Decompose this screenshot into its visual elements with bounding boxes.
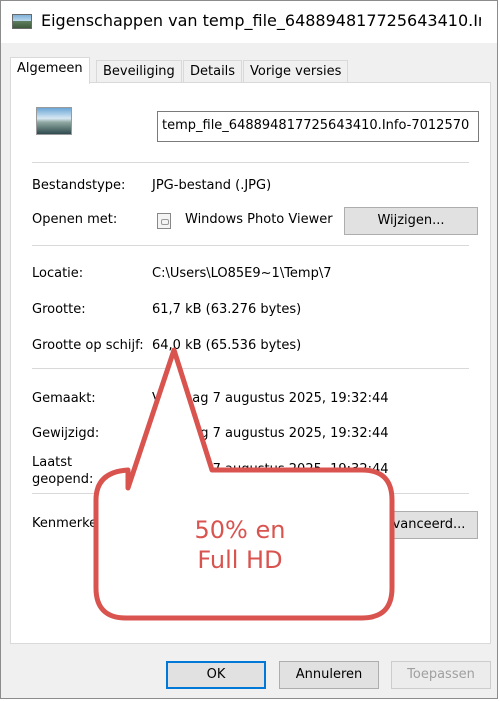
image-file-icon (12, 14, 32, 29)
divider (32, 162, 469, 163)
callout-text: 50% en Full HD (155, 515, 325, 575)
tab-vorige-versies[interactable]: Vorige versies (243, 60, 349, 82)
callout-line1: 50% en (194, 516, 286, 544)
created-label: Gemaakt: (32, 391, 96, 406)
callout-line2: Full HD (197, 546, 283, 574)
ok-button[interactable]: OK (166, 661, 266, 689)
accessed-value: Vandaag 7 augustus 2025, 19:32:44 (152, 462, 389, 477)
size-on-disk-value: 64,0 kB (65.536 bytes) (152, 338, 302, 353)
open-with-value: Windows Photo Viewer (185, 212, 333, 227)
window-title: Eigenschappen van temp_file_648894817725… (41, 11, 481, 30)
advanced-button[interactable]: Geavanceerd... (354, 511, 478, 539)
divider (32, 493, 469, 494)
cancel-button[interactable]: Annuleren (279, 661, 379, 689)
tab-details[interactable]: Details (183, 60, 243, 82)
file-type-value: JPG-bestand (.JPG) (152, 178, 272, 193)
tab-algemeen[interactable]: Algemeen (10, 57, 90, 84)
modified-value: Vandaag 7 augustus 2025, 19:32:44 (152, 426, 389, 441)
size-on-disk-label: Grootte op schijf: (32, 338, 144, 353)
divider (32, 245, 469, 246)
accessed-label-line1: Laatst (32, 455, 73, 470)
change-button[interactable]: Wijzigen... (344, 207, 478, 235)
size-value: 61,7 kB (63.276 bytes) (152, 302, 302, 317)
file-thumbnail-icon (36, 107, 72, 135)
location-label: Locatie: (32, 266, 84, 281)
divider (32, 368, 469, 369)
apply-button[interactable]: Toepassen (391, 661, 491, 689)
location-value: C:\Users\LO85E9~1\Temp\7 (152, 266, 332, 281)
open-with-label: Openen met: (32, 212, 118, 227)
photo-viewer-icon (157, 213, 171, 229)
tab-beveiliging[interactable]: Beveiliging (96, 60, 182, 82)
title-bar[interactable]: Eigenschappen van temp_file_648894817725… (1, 1, 497, 43)
file-type-label: Bestandstype: (32, 178, 126, 193)
size-label: Grootte: (32, 302, 86, 317)
accessed-label-line2: geopend: (32, 472, 94, 487)
modified-label: Gewijzigd: (32, 426, 100, 441)
file-name-field[interactable]: temp_file_648894817725643410.Info-701257… (157, 111, 479, 142)
created-value: Vandaag 7 augustus 2025, 19:32:44 (152, 391, 389, 406)
properties-window: Eigenschappen van temp_file_648894817725… (0, 0, 498, 699)
attributes-label: Kenmerken: (32, 516, 110, 531)
